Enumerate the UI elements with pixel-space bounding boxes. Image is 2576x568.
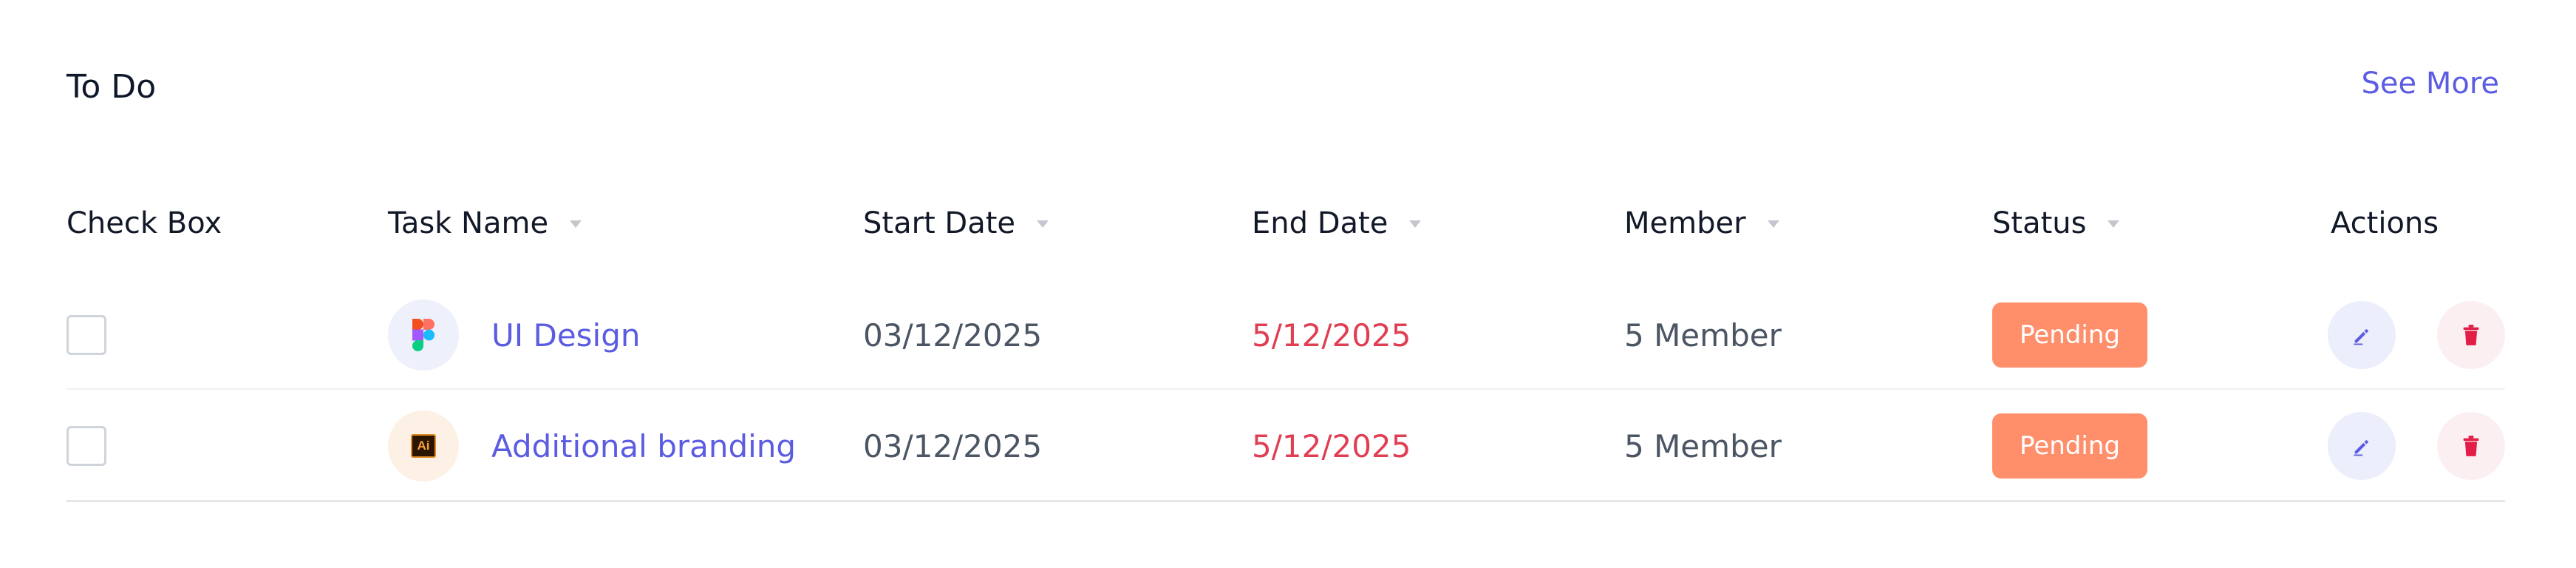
table-header: Check Box Task Name Start Date End Date … — [0, 201, 2576, 246]
row-divider — [67, 388, 2505, 390]
pencil-icon — [2351, 428, 2372, 464]
row-checkbox[interactable] — [67, 315, 106, 355]
column-label: Member — [1624, 206, 1746, 240]
sort-caret-icon[interactable] — [1765, 215, 1782, 231]
todo-panel: To Do See More Check Box Task Name Start… — [0, 0, 2576, 568]
ai-logo-mark: Ai — [411, 434, 436, 458]
status-badge: Pending — [1992, 302, 2147, 368]
column-label: Actions — [2331, 206, 2439, 240]
task-name-link[interactable]: UI Design — [491, 317, 641, 354]
column-header-status[interactable]: Status — [1992, 201, 2122, 246]
end-date: 5/12/2025 — [1252, 427, 1411, 464]
sort-caret-icon[interactable] — [2105, 215, 2122, 231]
column-header-check-box: Check Box — [67, 201, 222, 246]
pencil-icon — [2351, 317, 2372, 354]
checkbox-cell — [67, 294, 106, 376]
panel-title: To Do — [67, 68, 157, 106]
table-row: UI Design 03/12/2025 5/12/2025 5 Member … — [67, 294, 2505, 376]
edit-button[interactable] — [2328, 301, 2396, 369]
column-label: Status — [1992, 206, 2087, 240]
start-date: 03/12/2025 — [863, 427, 1043, 464]
status-cell: Pending — [1992, 294, 2147, 376]
trash-icon — [2461, 428, 2481, 464]
row-checkbox[interactable] — [67, 426, 106, 466]
column-header-task-name[interactable]: Task Name — [388, 201, 584, 246]
member-count: 5 Member — [1624, 427, 1782, 464]
edit-cell — [2328, 405, 2396, 487]
figma-icon — [388, 300, 459, 371]
edit-button[interactable] — [2328, 412, 2396, 480]
edit-cell — [2328, 294, 2396, 376]
task-name-link[interactable]: Additional branding — [491, 428, 796, 464]
checkbox-cell — [67, 405, 106, 487]
column-header-actions: Actions — [2331, 201, 2439, 246]
delete-cell — [2437, 405, 2505, 487]
start-date: 03/12/2025 — [863, 317, 1043, 354]
member-count: 5 Member — [1624, 317, 1782, 354]
status-cell: Pending — [1992, 405, 2147, 487]
task-name-cell: Ai Additional branding — [388, 405, 796, 487]
task-name-cell: UI Design — [388, 294, 641, 376]
column-header-member[interactable]: Member — [1624, 201, 1782, 246]
delete-button[interactable] — [2437, 301, 2505, 369]
sort-caret-icon[interactable] — [568, 215, 584, 231]
column-label: End Date — [1252, 206, 1388, 240]
end-date: 5/12/2025 — [1252, 317, 1411, 354]
sort-caret-icon[interactable] — [1035, 215, 1051, 231]
trash-icon — [2461, 317, 2481, 354]
delete-cell — [2437, 294, 2505, 376]
see-more-link[interactable]: See More — [2362, 67, 2499, 101]
column-header-start-date[interactable]: Start Date — [863, 201, 1051, 246]
column-label: Start Date — [863, 206, 1016, 240]
delete-button[interactable] — [2437, 412, 2505, 480]
column-header-end-date[interactable]: End Date — [1252, 201, 1423, 246]
adobe-illustrator-icon: Ai — [388, 410, 459, 481]
column-label: Check Box — [67, 206, 222, 240]
table-row: Ai Additional branding 03/12/2025 5/12/2… — [67, 405, 2505, 502]
sort-caret-icon[interactable] — [1407, 215, 1423, 231]
column-label: Task Name — [388, 206, 549, 240]
status-badge: Pending — [1992, 413, 2147, 479]
